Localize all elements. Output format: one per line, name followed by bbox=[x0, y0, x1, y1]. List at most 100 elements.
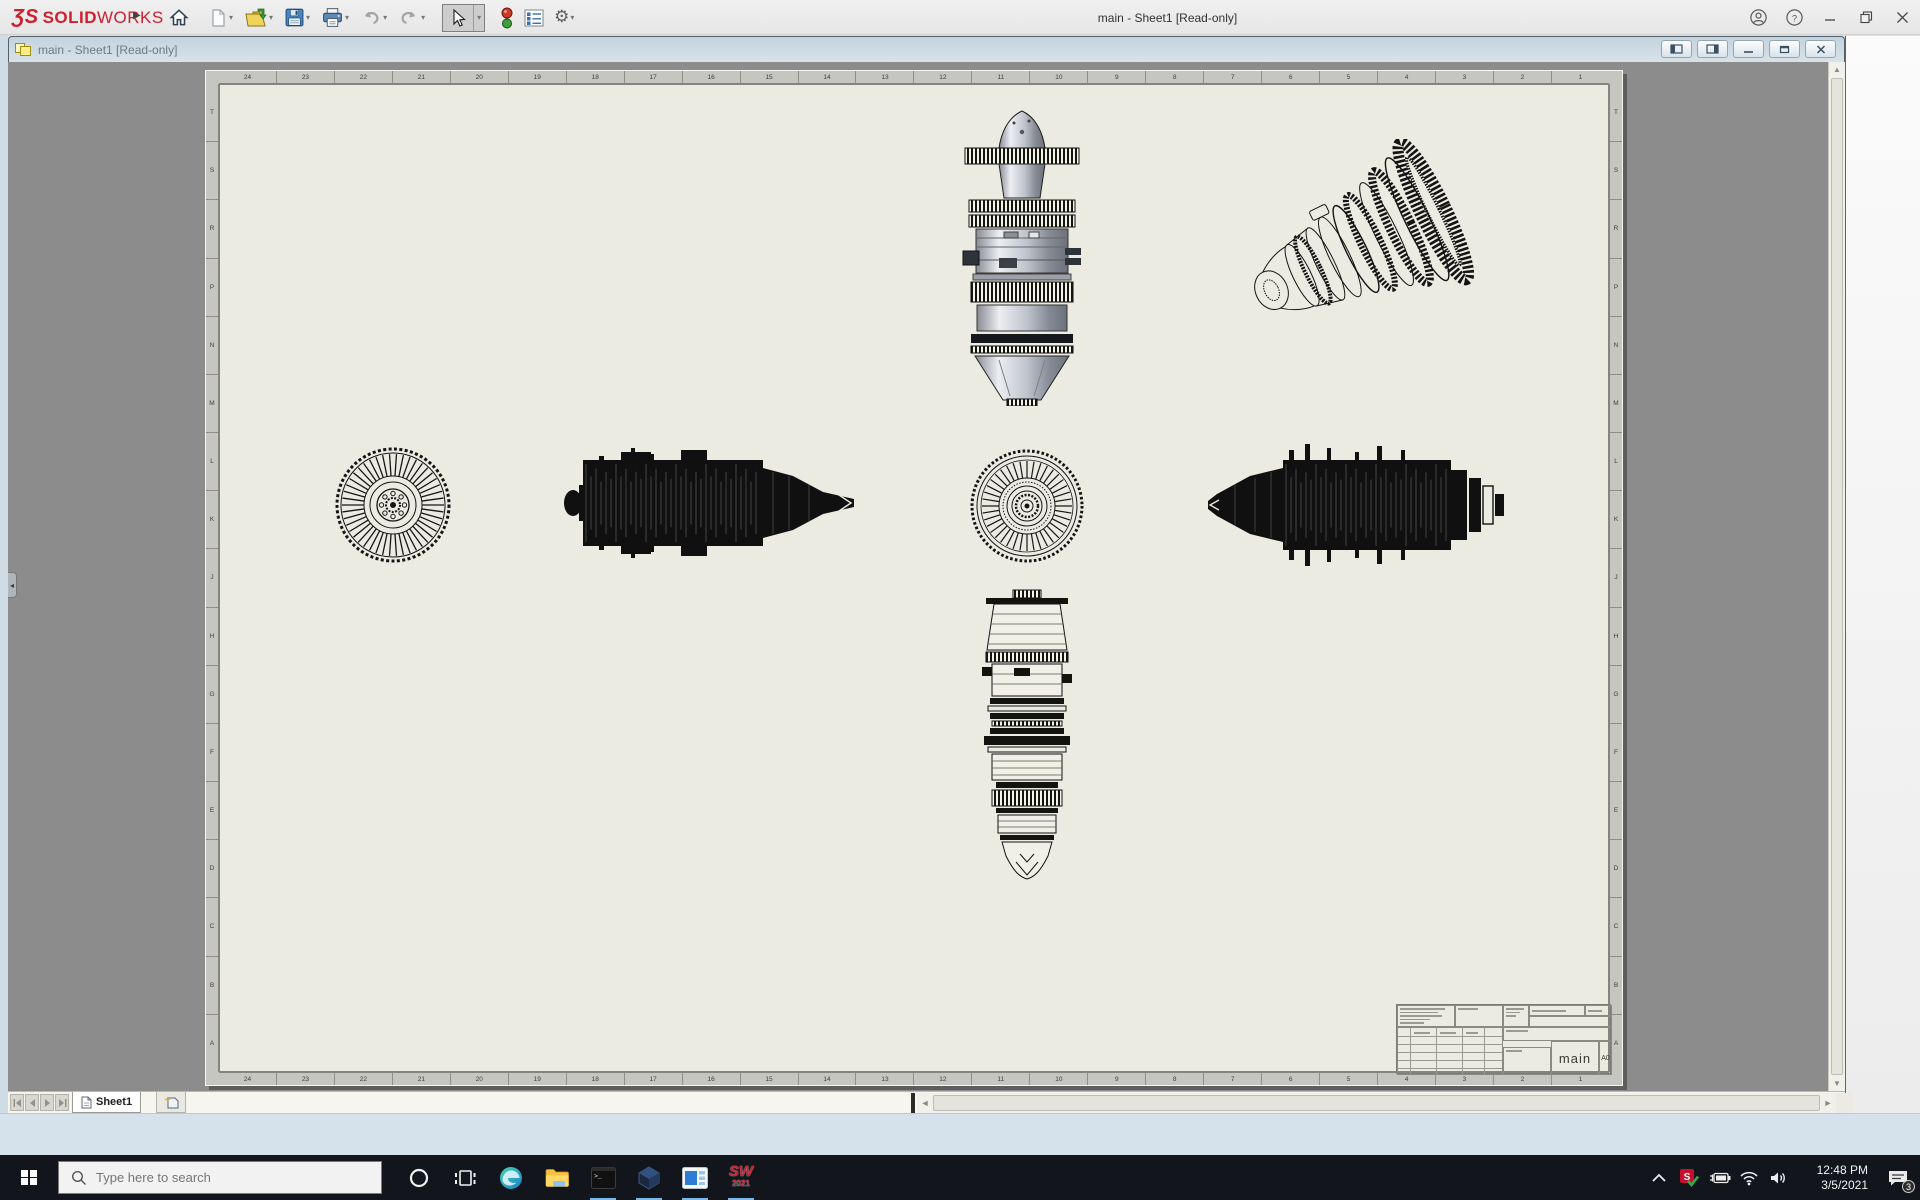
drawing-view-rear[interactable] bbox=[967, 447, 1087, 565]
blue-window-app-button[interactable] bbox=[672, 1155, 718, 1200]
open-button[interactable]: ▾ bbox=[241, 4, 278, 32]
drawing-view-front[interactable] bbox=[333, 444, 453, 566]
help-button[interactable]: ? bbox=[1776, 0, 1812, 35]
tab-sheet1[interactable]: Sheet1 bbox=[72, 1092, 142, 1113]
options-dropdown-arrow[interactable]: ▾ bbox=[570, 13, 574, 22]
zone-label: 18 bbox=[565, 71, 624, 83]
zone-label: 7 bbox=[1203, 1073, 1261, 1085]
doc-close-button[interactable] bbox=[1805, 40, 1836, 58]
volume-tray-icon[interactable] bbox=[1764, 1155, 1794, 1200]
new-document-icon bbox=[212, 8, 225, 27]
search-icon bbox=[71, 1170, 86, 1185]
task-view-button[interactable] bbox=[442, 1155, 488, 1200]
home-button[interactable] bbox=[165, 4, 193, 32]
drawn-by-cell bbox=[1503, 1047, 1551, 1075]
zone-label: E bbox=[1610, 781, 1622, 839]
pane-splitter-handle[interactable] bbox=[911, 1093, 915, 1113]
save-dropdown-arrow[interactable]: ▾ bbox=[306, 13, 310, 22]
file-explorer-button[interactable] bbox=[534, 1155, 580, 1200]
add-sheet-button[interactable] bbox=[156, 1092, 186, 1113]
solidworks-check-icon: S bbox=[1680, 1168, 1699, 1187]
new-dropdown-arrow[interactable]: ▾ bbox=[229, 13, 233, 22]
zone-label: B bbox=[206, 955, 218, 1014]
previous-sheet-button[interactable] bbox=[25, 1094, 39, 1111]
print-dropdown-arrow[interactable]: ▾ bbox=[345, 13, 349, 22]
feature-panel-collapse-arrow[interactable]: ◂ bbox=[8, 572, 17, 598]
scroll-left-arrow[interactable]: ◄ bbox=[917, 1093, 933, 1113]
drawing-view-bottom[interactable] bbox=[966, 588, 1088, 886]
undo-dropdown-arrow[interactable]: ▾ bbox=[383, 13, 387, 22]
zone-label: 4 bbox=[1377, 71, 1435, 83]
show-right-pane-button[interactable] bbox=[1697, 40, 1728, 58]
open-dropdown-arrow[interactable]: ▾ bbox=[269, 13, 273, 22]
command-prompt-button[interactable]: >_ bbox=[580, 1155, 626, 1200]
save-button[interactable]: ▾ bbox=[281, 4, 315, 32]
drawing-view-isometric[interactable] bbox=[1236, 139, 1476, 359]
solidworks-status-tray-icon[interactable]: S bbox=[1674, 1155, 1704, 1200]
task-pane-collapsed[interactable] bbox=[1845, 36, 1920, 1113]
select-dropdown-arrow[interactable]: ▾ bbox=[473, 4, 484, 31]
last-sheet-button[interactable] bbox=[55, 1094, 69, 1111]
next-sheet-button[interactable] bbox=[40, 1094, 54, 1111]
zone-label: 19 bbox=[507, 71, 566, 83]
app-frame-left bbox=[0, 35, 8, 1155]
options-button[interactable]: ⚙ ▾ bbox=[551, 4, 579, 32]
taskbar-clock[interactable]: 12:48 PM 3/5/2021 bbox=[1802, 1163, 1868, 1193]
action-center-button[interactable]: 3 bbox=[1876, 1155, 1920, 1200]
cortana-button[interactable] bbox=[396, 1155, 442, 1200]
scroll-right-arrow[interactable]: ► bbox=[1820, 1093, 1836, 1113]
undo-button[interactable]: ▾ bbox=[357, 4, 392, 32]
scroll-down-arrow[interactable]: ▼ bbox=[1829, 1076, 1845, 1091]
rebuild-button[interactable] bbox=[497, 4, 517, 32]
drawing-sheet[interactable]: 24 23 22 21 20 19 18 17 16 15 14 13 12 11 10 9 8 7 6 5 4 3 2 1 … bbox=[205, 70, 1623, 1086]
svg-text:>_: >_ bbox=[594, 1173, 602, 1180]
print-icon bbox=[323, 8, 342, 27]
title-block[interactable]: main A0 bbox=[1396, 1004, 1612, 1075]
taskbar-search[interactable] bbox=[58, 1161, 382, 1194]
print-button[interactable]: ▾ bbox=[318, 4, 354, 32]
zone-label: 6 bbox=[1261, 71, 1319, 83]
close-button[interactable] bbox=[1884, 0, 1920, 35]
save-icon bbox=[285, 8, 304, 27]
component-properties-button[interactable] bbox=[520, 4, 548, 32]
new-document-button[interactable]: ▾ bbox=[205, 4, 238, 32]
blue-window-app-icon bbox=[682, 1166, 708, 1189]
battery-tray-icon[interactable] bbox=[1704, 1155, 1734, 1200]
wifi-tray-icon[interactable] bbox=[1734, 1155, 1764, 1200]
drawing-viewport[interactable]: ◂ 24 23 22 21 20 19 18 17 16 15 14 13 12 11 10 9 8 7 6 5 4 3 2… bbox=[8, 62, 1828, 1091]
redo-dropdown-arrow[interactable]: ▾ bbox=[421, 13, 425, 22]
volume-icon bbox=[1771, 1172, 1785, 1183]
redo-button[interactable]: ▾ bbox=[395, 4, 430, 32]
hidden-icons-button[interactable] bbox=[1644, 1155, 1674, 1200]
doc-restore-button[interactable] bbox=[1769, 40, 1800, 58]
zone-label: 14 bbox=[797, 1073, 856, 1085]
document-titlebar[interactable]: main - Sheet1 [Read-only] bbox=[8, 36, 1845, 62]
vertical-scroll-thumb[interactable] bbox=[1831, 78, 1843, 1075]
drawing-view-right-side[interactable] bbox=[1205, 442, 1507, 568]
start-button[interactable] bbox=[0, 1155, 58, 1200]
vertical-scrollbar[interactable]: ▲ ▼ bbox=[1828, 62, 1845, 1091]
first-sheet-button[interactable] bbox=[10, 1094, 24, 1111]
approvals-cell bbox=[1503, 1005, 1529, 1027]
minimize-button[interactable] bbox=[1812, 0, 1848, 35]
edrawings-button[interactable] bbox=[626, 1155, 672, 1200]
scroll-up-arrow[interactable]: ▲ bbox=[1829, 62, 1845, 77]
zone-label: R bbox=[1610, 199, 1622, 257]
search-input[interactable] bbox=[96, 1170, 346, 1185]
doc-minimize-button[interactable] bbox=[1733, 40, 1764, 58]
show-left-pane-button[interactable] bbox=[1661, 40, 1692, 58]
horizontal-scrollbar[interactable]: ◄ ► bbox=[917, 1093, 1836, 1113]
edge-button[interactable] bbox=[488, 1155, 534, 1200]
drawing-view-left-side[interactable] bbox=[561, 438, 857, 568]
zone-label: 13 bbox=[855, 71, 913, 83]
solidworks-taskbar-button[interactable]: SW 2021 bbox=[718, 1155, 764, 1200]
restore-button[interactable] bbox=[1848, 0, 1884, 35]
zone-label: 13 bbox=[855, 1073, 913, 1085]
account-button[interactable] bbox=[1740, 0, 1776, 35]
horizontal-scroll-thumb[interactable] bbox=[933, 1095, 1820, 1111]
select-tool-button[interactable] bbox=[443, 4, 473, 32]
logo-flyout-arrow[interactable]: ▶ bbox=[133, 10, 141, 21]
drawing-title-cell: main bbox=[1551, 1041, 1599, 1075]
drawing-view-top-shaded[interactable] bbox=[959, 108, 1085, 406]
zone-label: 16 bbox=[681, 71, 740, 83]
